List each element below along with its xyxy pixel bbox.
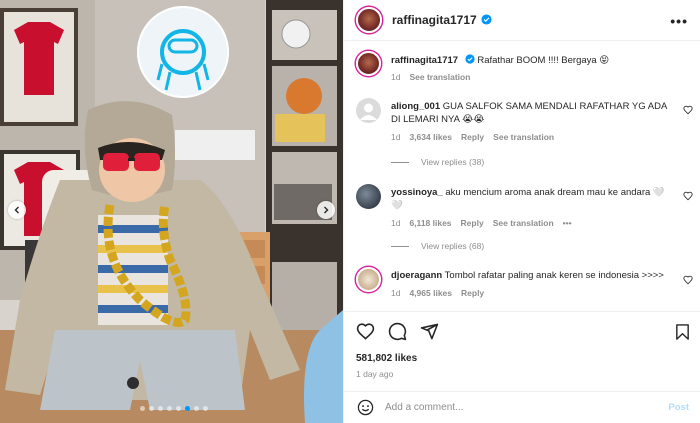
caption-time[interactable]: 1d [391,71,400,84]
next-photo-button[interactable] [317,201,335,219]
comment-likes[interactable]: 4,965 likes [409,287,452,300]
verified-badge-icon [481,14,492,25]
previous-photo-button[interactable] [8,201,26,219]
see-translation-button[interactable]: See translation [493,217,554,230]
comment-likes[interactable]: 3,634 likes [409,131,452,144]
comment-likes[interactable]: 6,118 likes [409,217,451,230]
post-comment-button[interactable]: Post [668,402,689,413]
comment-avatar[interactable] [356,98,381,123]
caption: raffinagita1717 Rafathar BOOM !!!! Berga… [356,51,671,84]
comment-text: Tombol rafatar paling anak keren se indo… [444,270,664,281]
verified-badge-icon [465,54,475,64]
see-translation-button[interactable]: See translation [493,131,554,144]
like-comment-heart-icon[interactable] [683,105,693,115]
caption-username[interactable]: raffinagita1717 [391,55,458,66]
caption-avatar[interactable] [356,51,381,76]
reply-button[interactable]: Reply [461,217,484,230]
carousel-dot [176,406,181,411]
author-username[interactable]: raffinagita1717 [392,13,492,27]
like-count[interactable]: 581,802 likes [356,353,417,364]
comment-item: aliong_001 GUA SALFOK SAMA MENDALI RAFAT… [356,98,671,144]
post-actions: 581,802 likes 1 day ago [344,311,700,379]
post-media[interactable] [0,0,343,423]
comment-options-button[interactable]: ••• [563,217,572,230]
caption-text: Rafathar BOOM !!!! Bergaya 😝 [477,55,610,66]
caption-see-translation[interactable]: See translation [409,71,470,84]
comment-username[interactable]: aliong_001 [391,101,440,112]
emoji-smiley-icon[interactable] [357,399,374,416]
comments-list[interactable]: raffinagita1717 Rafathar BOOM !!!! Berga… [344,42,700,310]
reply-button[interactable]: Reply [461,131,484,144]
post-side-panel: raffinagita1717 ••• raffinagita1717 Rafa… [343,0,700,423]
view-replies-label[interactable]: View replies (68) [421,241,484,251]
carousel-dot [167,406,172,411]
post-header: raffinagita1717 ••• [344,0,700,41]
comment-bubble-icon[interactable] [388,322,407,341]
replies-divider [391,161,409,163]
post-photo [0,0,343,423]
comment-time[interactable]: 1d [391,287,400,300]
view-replies-button[interactable]: View replies (38) [391,157,484,167]
comment-avatar[interactable] [356,184,381,209]
author-avatar[interactable] [356,7,382,33]
share-paper-plane-icon[interactable] [420,322,439,341]
like-heart-icon[interactable] [356,322,375,341]
post-timestamp[interactable]: 1 day ago [356,369,393,379]
carousel-dot [203,406,208,411]
comment-username[interactable]: djoeragann [391,270,442,281]
carousel-dot [185,406,190,411]
comment-avatar[interactable] [356,267,381,292]
carousel-dot [140,406,145,411]
like-comment-heart-icon[interactable] [683,191,693,201]
add-comment-input[interactable] [385,402,645,413]
comment-time[interactable]: 1d [391,131,400,144]
chevron-left-icon [14,206,19,214]
carousel-dot [158,406,163,411]
view-replies-label[interactable]: View replies (38) [421,157,484,167]
chevron-right-icon [324,206,329,214]
instagram-post-modal: raffinagita1717 ••• raffinagita1717 Rafa… [0,0,700,423]
comment-item: djoeragann Tombol rafatar paling anak ke… [356,267,671,300]
carousel-dot [194,406,199,411]
carousel-dots [140,406,208,411]
more-options-button[interactable]: ••• [670,13,688,29]
comment-time[interactable]: 1d [391,217,400,230]
view-replies-button[interactable]: View replies (68) [391,241,484,251]
default-avatar-icon [360,103,377,120]
replies-divider [391,245,409,247]
comment-username[interactable]: yossinoya_ [391,187,443,198]
comment-composer: Post [344,391,700,423]
carousel-dot [149,406,154,411]
like-comment-heart-icon[interactable] [683,275,693,285]
reply-button[interactable]: Reply [461,287,484,300]
comment-item: yossinoya_ aku mencium aroma anak dream … [356,184,671,230]
save-bookmark-icon[interactable] [674,323,691,341]
